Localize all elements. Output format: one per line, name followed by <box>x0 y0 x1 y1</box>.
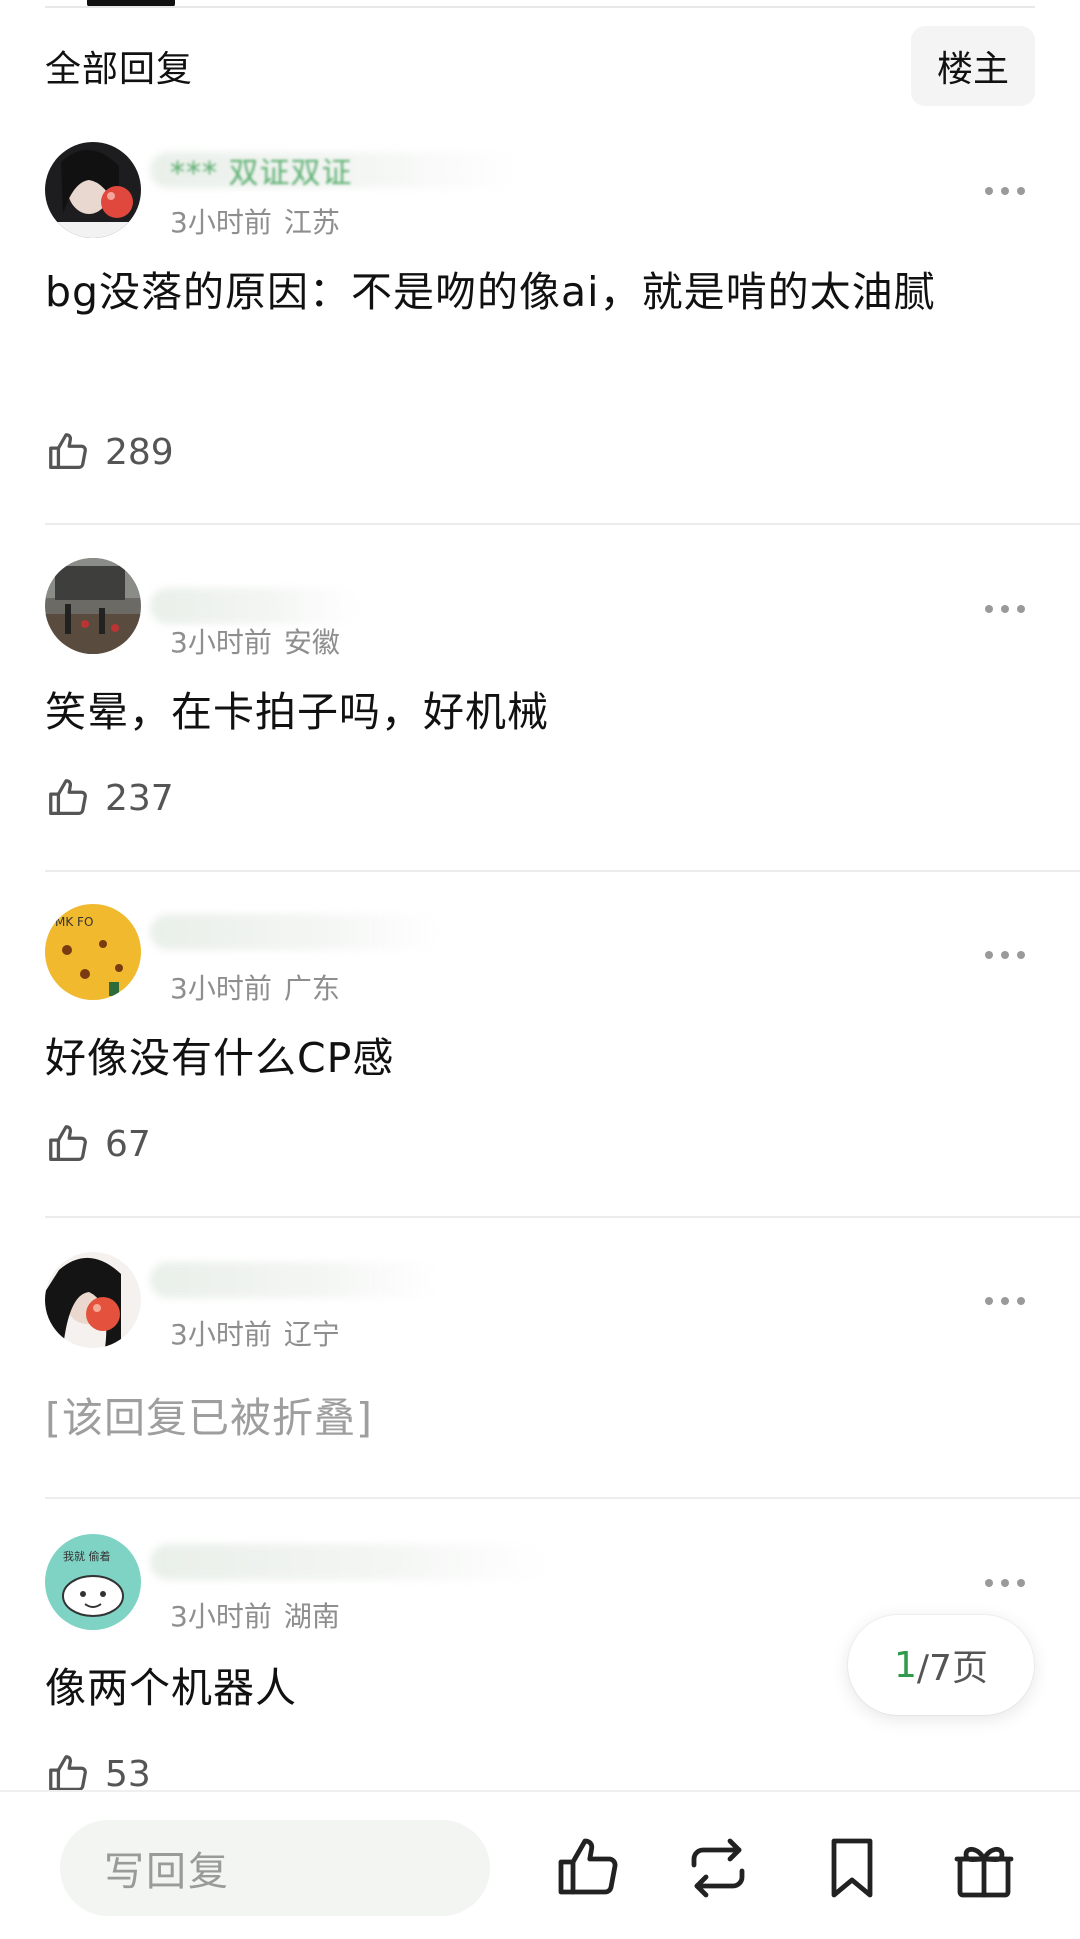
comment-text: 好像没有什么CP感 <box>45 1034 395 1082</box>
more-options-icon[interactable] <box>975 940 1035 970</box>
like-button[interactable]: 237 <box>45 772 174 824</box>
comment-meta: 3小时前 安徽 <box>170 621 340 661</box>
like-button[interactable]: 289 <box>45 426 174 478</box>
comment-meta: 3小时前 辽宁 <box>170 1313 340 1353</box>
username-obscured <box>150 1544 550 1580</box>
comment-location: 广东 <box>283 972 340 1005</box>
like-count: 53 <box>105 1753 151 1795</box>
comment-meta: 3小时前 湖南 <box>170 1595 340 1635</box>
username-obscured <box>150 588 360 624</box>
comment-text: bg没落的原因：不是吻的像ai，就是啃的太油腻 <box>45 268 936 316</box>
more-options-icon[interactable] <box>975 1568 1035 1598</box>
comment-text: 笑晕，在卡拍子吗，好机械 <box>45 688 549 736</box>
avatar[interactable] <box>45 142 141 238</box>
owner-only-filter-button[interactable]: 楼主 <box>911 26 1035 106</box>
comment-location: 安徽 <box>283 626 340 659</box>
bookmark-icon[interactable] <box>816 1832 888 1904</box>
comment-time: 3小时前 <box>170 972 272 1005</box>
more-options-icon[interactable] <box>975 176 1035 206</box>
repost-icon[interactable] <box>682 1832 754 1904</box>
username[interactable]: *** 双证双证 <box>170 150 353 191</box>
thumbs-up-icon <box>49 433 87 469</box>
avatar[interactable]: MK FO <box>45 904 141 1000</box>
like-count: 67 <box>105 1123 151 1165</box>
username-obscured <box>150 1262 440 1298</box>
like-button[interactable]: 67 <box>45 1118 151 1170</box>
total-pages: /7页 <box>916 1648 988 1689</box>
comment-divider <box>45 1497 1080 1499</box>
thumbs-up-icon <box>49 779 87 815</box>
comment-time: 3小时前 <box>170 206 272 239</box>
avatar[interactable] <box>45 1252 141 1348</box>
current-page: 1 <box>894 1644 917 1686</box>
thumbs-up-icon <box>49 1125 87 1161</box>
svg-text:MK FO: MK FO <box>55 915 93 929</box>
comment-divider <box>45 1216 1080 1218</box>
comment-location: 湖南 <box>283 1600 340 1633</box>
comment-location: 辽宁 <box>283 1318 340 1351</box>
top-divider <box>45 6 1035 8</box>
comment-time: 3小时前 <box>170 1318 272 1351</box>
write-reply-input[interactable]: 写回复 <box>60 1820 490 1916</box>
folded-reply-notice[interactable]: [该回复已被折叠] <box>45 1382 1035 1454</box>
all-replies-title: 全部回复 <box>45 49 194 90</box>
page-indicator-button[interactable]: 1 /7页 <box>848 1615 1034 1715</box>
svg-text:我就 偷着: 我就 偷着 <box>63 1549 111 1563</box>
comment-meta: 3小时前 广东 <box>170 967 340 1007</box>
avatar[interactable]: 我就 偷着 <box>45 1534 141 1630</box>
comment-divider <box>45 870 1080 872</box>
comment-location: 江苏 <box>283 206 340 239</box>
thumbs-up-icon[interactable] <box>552 1832 624 1904</box>
gift-icon[interactable] <box>948 1832 1020 1904</box>
like-count: 289 <box>105 431 174 473</box>
comment-time: 3小时前 <box>170 626 272 659</box>
more-options-icon[interactable] <box>975 1286 1035 1316</box>
avatar[interactable] <box>45 558 141 654</box>
like-count: 237 <box>105 777 174 819</box>
comment-time: 3小时前 <box>170 1600 272 1633</box>
more-options-icon[interactable] <box>975 594 1035 624</box>
reply-list-page: 全部回复 楼主 *** 双证双证 3小时前 江苏 bg没落的原因：不是吻的像ai… <box>0 0 1080 1939</box>
username-obscured <box>150 914 440 950</box>
comment-meta: 3小时前 江苏 <box>170 201 340 241</box>
reply-header: 全部回复 楼主 <box>45 26 1035 106</box>
bottom-action-bar: 写回复 <box>0 1790 1080 1939</box>
comment-divider <box>45 523 1080 525</box>
